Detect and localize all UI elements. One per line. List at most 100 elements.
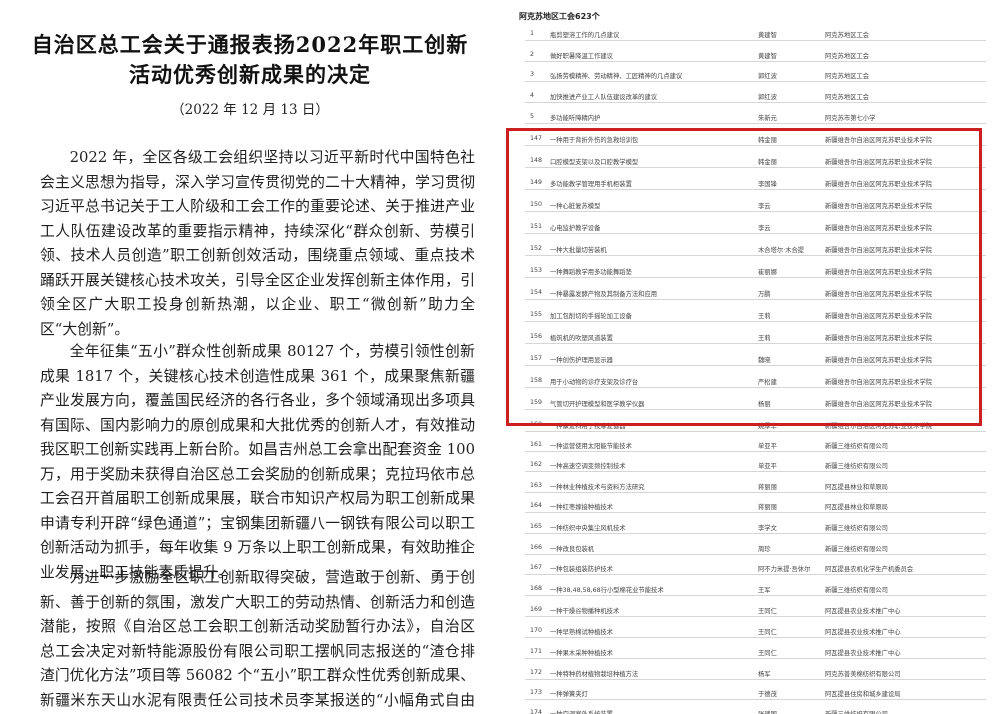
row-number: 168: [530, 585, 543, 592]
table-row: 4 加快推进产业工人队伍建设改革的建议 郭红波 阿克苏地区工会: [495, 89, 1000, 103]
row-divider: [525, 451, 986, 452]
row-number: 167: [530, 564, 543, 571]
table-row: 172 一种特种药材植物栽培种植方法 杨军 阿克苏普美棉纺织有限公司: [495, 666, 1000, 680]
document-title-line2: 活动优秀创新成果的决定: [129, 62, 371, 87]
table-row: 161 一种运营使用太阳能节能技术 单亚平 新疆三维纺织有限公司: [495, 438, 1000, 452]
row-divider: [525, 431, 986, 432]
row-divider: [525, 512, 986, 513]
row-person: 李学文: [758, 525, 777, 532]
row-title: 多功能听障精内护: [550, 115, 601, 122]
row-divider: [525, 616, 986, 617]
row-title: 一种改良包装机: [550, 546, 595, 553]
paragraph-2: 全年征集“五小”群众性创新成果 80127 个，劳模引领性创新成果 1817 个…: [40, 343, 475, 581]
row-organization: 阿克苏地区工会: [825, 32, 870, 39]
row-title: 一种弹簧夹灯: [550, 691, 588, 698]
row-number: 169: [530, 606, 543, 613]
table-row: 168 一种38,48,58,68行小型棉花业节能技术 王军 新疆三维纺织有限公司: [495, 582, 1000, 596]
row-organization: 阿瓦提县住房和城乡建设局: [825, 691, 901, 698]
row-divider: [525, 679, 986, 680]
row-person: 王军: [758, 587, 771, 594]
row-number: 163: [530, 482, 543, 489]
row-title: 一种纺织中央集尘风机技术: [550, 525, 626, 532]
table-row: 2 做好职暑降温工作建议 黄建智 阿克苏地区工会: [495, 48, 1000, 62]
table-row: 166 一种改良包装机 周珍 新疆三维纺织有限公司: [495, 541, 1000, 555]
table-row: 164 一种红枣嫁接种植技术 蒋丽丽 阿瓦提县林业和草原局: [495, 499, 1000, 513]
row-number: 171: [530, 648, 543, 655]
table-row: 171 一种果木采种种植技术 王同仁 阿瓦提县农业技术推广中心: [495, 645, 1000, 659]
row-title: 做好职暑降温工作建议: [550, 53, 613, 60]
row-divider: [525, 492, 986, 493]
row-person: 郭红波: [758, 94, 777, 101]
row-organization: 阿克苏市第七小学: [825, 115, 876, 122]
row-number: 173: [530, 689, 543, 696]
row-number: 165: [530, 523, 543, 530]
row-divider: [525, 471, 986, 472]
row-person: 黄建智: [758, 53, 777, 60]
row-organization: 阿瓦提县农业技术推广中心: [825, 629, 901, 636]
row-divider: [525, 123, 986, 124]
row-person: 单亚平: [758, 443, 777, 450]
table-row: 3 弘扬劳模精神、劳动精神、工匠精神的几点建议 郭红波 阿克苏地区工会: [495, 68, 1000, 82]
row-organization: 阿克苏地区工会: [825, 73, 870, 80]
row-organization: 新疆三维纺织有限公司: [825, 587, 888, 594]
row-title: 弘扬劳模精神、劳动精神、工匠精神的几点建议: [550, 73, 683, 80]
row-person: 张建国: [758, 709, 818, 714]
row-organization: 新疆三维纺织有限公司: [825, 525, 888, 532]
row-number: 170: [530, 627, 543, 634]
row-person: 周珍: [758, 546, 771, 553]
table-row: 163 一种林业种植技术与资料方法研究 蒋丽丽 阿瓦提县林业和草原局: [495, 479, 1000, 493]
row-divider: [525, 637, 986, 638]
row-organization: 新疆三维纺织有限公司: [825, 443, 888, 450]
table-row: 5 多功能听障精内护 朱新元 阿克苏市第七小学: [495, 110, 1000, 124]
row-title: 一种干燥谷物播种机技术: [550, 608, 620, 615]
highlight-box: [506, 128, 982, 426]
row-organization: 阿瓦提县农机化学生产机委员会: [825, 566, 914, 573]
row-organization: 阿克苏地区工会: [825, 53, 870, 60]
paragraph-3: 为进一步激励全区职工创新取得突破，营造敢于创新、勇于创新、善于创新的氛围，激发广…: [40, 569, 475, 709]
row-divider: [525, 595, 986, 596]
row-number: 1: [530, 30, 535, 37]
row-number: 164: [530, 502, 543, 509]
row-number: 5: [530, 113, 535, 120]
row-organization: 阿克苏地区工会: [825, 94, 870, 101]
row-organization: 阿瓦提县农业技术推广中心: [825, 650, 901, 657]
row-title: 一种高速空调变频控制技术: [550, 463, 626, 470]
row-title: 一种红枣嫁接种植技术: [550, 504, 613, 511]
row-person: 阿不力米提·吾休尔: [758, 566, 811, 573]
row-title: 一种包装组装防护技术: [550, 566, 613, 573]
row-number: 174: [530, 709, 543, 714]
row-divider: [525, 102, 986, 103]
document-title-line1: 自治区总工会关于通报表扬2022年职工创新: [31, 32, 469, 57]
row-person: 朱新元: [758, 115, 777, 122]
row-organization: 阿瓦提县农业技术推广中心: [825, 608, 901, 615]
row-person: 王同仁: [758, 650, 777, 657]
row-title: 一种运营使用太阳能节能技术: [550, 443, 632, 450]
row-number: 3: [530, 71, 535, 78]
table-row: 170 一种早熟棉试种植技术 王同仁 阿瓦提县农业技术推广中心: [495, 624, 1000, 638]
row-divider: [525, 574, 986, 575]
row-person: 单亚平: [758, 463, 777, 470]
row-title: 一种林业种植技术与资料方法研究: [550, 484, 645, 491]
paragraph-1: 2022 年，全区各级工会组织坚持以习近平新时代中国特色社会主义思想为指导，深入…: [40, 149, 475, 338]
row-title: 一种特种药材植物栽培种植方法: [550, 671, 639, 678]
row-person: 蒋丽丽: [758, 484, 777, 491]
table-row: 162 一种高速空调变频控制技术 单亚平 新疆三维纺织有限公司: [495, 458, 1000, 472]
table-row: 167 一种包装组装防护技术 阿不力米提·吾休尔 阿瓦提县农机化学生产机委员会: [495, 561, 1000, 575]
row-number: 161: [530, 441, 543, 448]
row-person: 王同仁: [758, 629, 777, 636]
row-organization: 新疆三维纺织有限公司: [825, 546, 888, 553]
row-number: 166: [530, 544, 543, 551]
table-section-title: 阿克苏地区工会623个: [519, 12, 600, 21]
row-organization: 阿瓦提县林业和草原局: [825, 484, 888, 491]
row-divider: [525, 81, 986, 82]
document-date: （2022 年 12 月 13 日）: [171, 102, 329, 118]
row-divider: [525, 554, 986, 555]
row-number: 172: [530, 669, 543, 676]
row-divider: [525, 533, 986, 534]
table-row: 174 一种空调室外系统装置 张建国 新疆三维纺织有限公司: [495, 706, 1000, 714]
row-title: 一种空调室外系统装置: [550, 709, 750, 714]
row-number: 162: [530, 461, 543, 468]
row-title: 加快推进产业工人队伍建设改革的建议: [550, 94, 658, 101]
row-title: 一种早熟棉试种植技术: [550, 629, 613, 636]
row-organization: 新疆三维纺织有限公司: [825, 463, 888, 470]
